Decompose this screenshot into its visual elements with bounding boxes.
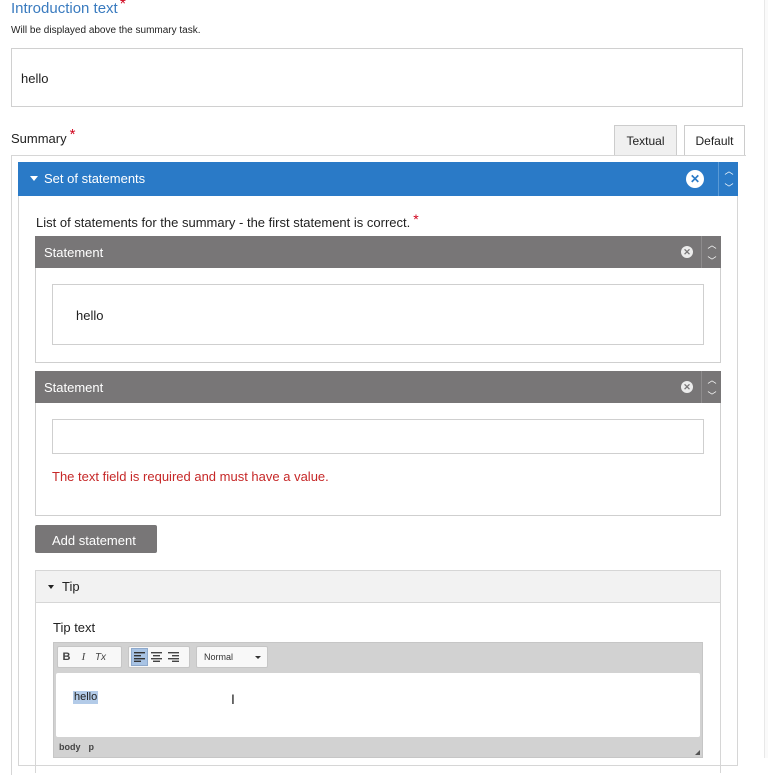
chevron-up-icon[interactable]: ︿ <box>702 236 722 252</box>
statements-list-label-text: List of statements for the summary - the… <box>36 215 411 230</box>
intro-label-text: Introduction text <box>11 0 118 17</box>
format-select[interactable]: Normal <box>196 646 268 668</box>
set-of-statements-title: Set of statements <box>44 171 146 186</box>
element-path-bar: body p <box>59 742 102 752</box>
editor-content-area[interactable]: hello I <box>56 673 700 737</box>
required-mark: * <box>413 211 419 227</box>
close-circle-icon[interactable]: ✕ <box>686 170 704 188</box>
align-center-icon[interactable] <box>148 648 165 666</box>
statement-title: Statement <box>44 245 104 260</box>
tab-default[interactable]: Default <box>684 125 745 156</box>
set-of-statements-header[interactable]: Set of statements ✕ ︿ ﹀ <box>18 162 738 196</box>
chevron-down-icon[interactable]: ﹀ <box>702 387 722 403</box>
resize-handle-icon[interactable] <box>695 750 700 755</box>
scrollbar[interactable] <box>764 0 768 758</box>
italic-button[interactable]: I <box>75 648 92 666</box>
statement-title: Statement <box>44 380 104 395</box>
close-circle-icon[interactable]: ✕ <box>681 246 693 258</box>
error-message: The text field is required and must have… <box>52 469 329 484</box>
bold-button[interactable]: B <box>58 648 75 666</box>
statement-input[interactable] <box>52 419 704 454</box>
tip-title: Tip <box>62 579 80 594</box>
reorder-controls: ︿ ﹀ <box>701 371 722 403</box>
format-select-value: Normal <box>204 652 234 662</box>
statement-header[interactable]: Statement ✕ ︿ ﹀ <box>35 236 721 268</box>
caret-down-icon[interactable] <box>48 585 54 589</box>
align-left-icon[interactable] <box>131 648 148 666</box>
chevron-down-icon[interactable]: ﹀ <box>719 179 739 196</box>
required-mark: * <box>69 126 76 143</box>
path-item[interactable]: body <box>59 742 81 752</box>
intro-text-input[interactable]: hello <box>11 48 743 107</box>
required-mark: * <box>119 0 126 13</box>
summary-label: Summary * <box>11 126 75 147</box>
summary-label-text: Summary <box>11 131 67 146</box>
statement-input[interactable]: hello <box>52 284 704 345</box>
dropdown-arrow-icon <box>255 656 261 659</box>
statement-header[interactable]: Statement ✕ ︿ ﹀ <box>35 371 721 403</box>
reorder-controls: ︿ ﹀ <box>701 236 722 268</box>
rich-text-editor: B I Tx Normal hello I body p <box>53 642 703 758</box>
tip-header[interactable]: Tip <box>35 570 721 603</box>
chevron-up-icon[interactable]: ︿ <box>719 162 739 179</box>
tip-text-label: Tip text <box>53 620 96 635</box>
chevron-up-icon[interactable]: ︿ <box>702 371 722 387</box>
path-item[interactable]: p <box>89 742 95 752</box>
close-circle-icon[interactable]: ✕ <box>681 381 693 393</box>
format-button-group: B I Tx <box>57 646 122 668</box>
reorder-controls: ︿ ﹀ <box>718 162 739 196</box>
statements-list-label: List of statements for the summary - the… <box>36 211 419 230</box>
caret-down-icon[interactable] <box>30 176 38 181</box>
intro-description: Will be displayed above the summary task… <box>11 25 201 36</box>
chevron-down-icon[interactable]: ﹀ <box>702 252 722 268</box>
text-cursor-icon: I <box>231 691 235 707</box>
intro-label: Introduction text * <box>11 0 126 18</box>
add-statement-button[interactable]: Add statement <box>35 525 157 553</box>
align-button-group <box>128 646 190 668</box>
clear-format-button[interactable]: Tx <box>92 648 109 666</box>
editor-selected-text[interactable]: hello <box>73 691 99 704</box>
tab-textual[interactable]: Textual <box>614 125 677 155</box>
align-right-icon[interactable] <box>165 648 182 666</box>
